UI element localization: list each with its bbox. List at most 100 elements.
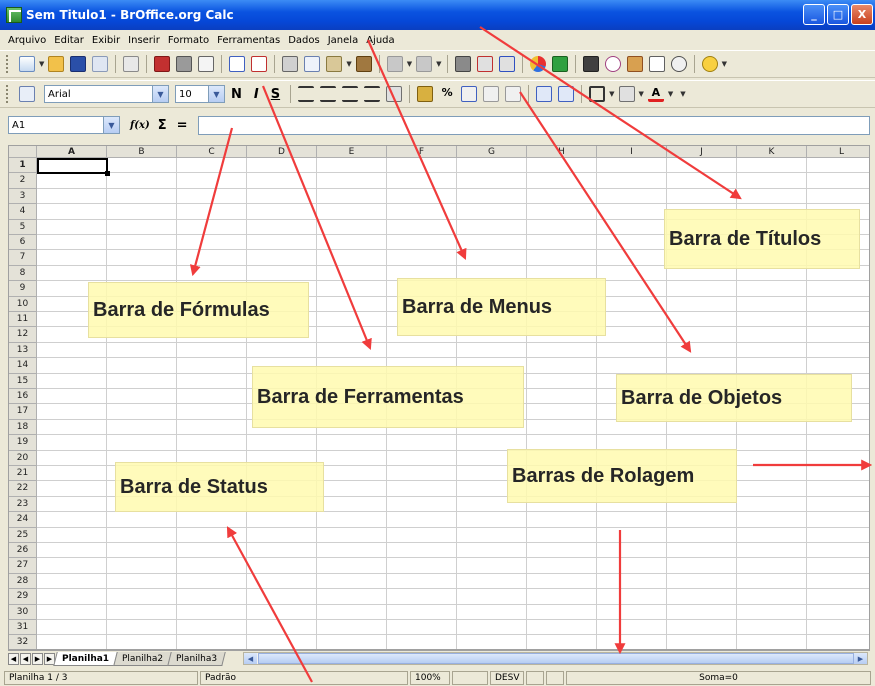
font-color-icon[interactable]: A [647,86,664,102]
toolbar-grip[interactable] [6,55,10,73]
export-pdf-icon[interactable] [154,56,171,72]
sort-ascending-icon[interactable] [476,56,493,72]
row-header[interactable]: 9 [9,281,37,297]
row-header[interactable]: 29 [9,589,37,605]
column-header[interactable]: F [387,146,457,158]
column-header[interactable]: H [527,146,597,158]
gallery-icon[interactable] [626,56,643,72]
currency-icon[interactable] [417,86,434,102]
redo-icon[interactable] [416,56,433,72]
first-sheet-button[interactable]: ◀ [8,652,19,665]
row-header[interactable]: 18 [9,419,37,436]
row-header[interactable]: 12 [9,327,37,343]
row-header[interactable]: 25 [9,527,37,543]
scroll-left-button[interactable]: ◀ [244,653,257,664]
toolbar-options-icon[interactable]: ▼ [722,60,727,68]
status-style[interactable]: Padrão [200,671,408,685]
row-header[interactable]: 16 [9,389,37,405]
row-header[interactable]: 31 [9,620,37,636]
column-header[interactable]: K [737,146,807,158]
row-header[interactable]: 5 [9,219,37,235]
menu-exibir[interactable]: Exibir [92,35,120,46]
function-wizard-icon[interactable]: f(x) [130,120,150,131]
align-center-icon[interactable] [320,86,337,102]
sort-descending-icon[interactable] [498,56,515,72]
format-paintbrush-icon[interactable] [355,56,372,72]
menu-editar[interactable]: Editar [54,35,84,46]
add-decimal-icon[interactable] [483,86,500,102]
delete-decimal-icon[interactable] [505,86,522,102]
row-header[interactable]: 17 [9,404,37,420]
chevron-down-icon[interactable]: ▼ [208,86,224,102]
percent-icon[interactable]: % [439,86,455,102]
column-header[interactable]: G [457,146,527,158]
menu-janela[interactable]: Janela [328,35,358,46]
toolbar-grip[interactable] [6,85,10,103]
horizontal-scroll-thumb[interactable] [258,653,854,664]
menu-arquivo[interactable]: Arquivo [8,35,46,46]
sheet-tab-planilha1[interactable]: Planilha1 [53,651,118,666]
data-sources-icon[interactable] [648,56,665,72]
chevron-down-icon[interactable]: ▼ [609,90,614,98]
next-sheet-button[interactable]: ▶ [32,652,43,665]
status-selection-mode[interactable]: DESV [490,671,524,685]
borders-icon[interactable] [589,86,606,102]
font-name-combo[interactable]: Arial ▼ [44,85,169,103]
select-all-corner[interactable] [9,146,37,158]
status-insert-mode[interactable] [452,671,488,685]
column-header[interactable]: C [177,146,247,158]
active-cell-a1[interactable] [37,158,110,176]
function-icon[interactable]: = [177,118,188,133]
sheet-tab-planilha3[interactable]: Planilha3 [167,651,227,666]
align-left-icon[interactable] [298,86,315,102]
hyperlink-icon[interactable] [454,56,471,72]
background-color-icon[interactable] [618,86,635,102]
copy-icon[interactable] [304,56,321,72]
close-button[interactable]: X [851,4,873,25]
status-zoom[interactable]: 100% [410,671,450,685]
chevron-down-icon[interactable]: ▼ [103,117,119,133]
open-folder-icon[interactable] [48,56,65,72]
row-header[interactable]: 24 [9,512,37,528]
column-header[interactable]: E [317,146,387,158]
zoom-icon[interactable] [670,56,687,72]
chevron-down-icon[interactable]: ▼ [407,60,412,68]
column-header[interactable]: L [807,146,869,158]
row-header[interactable]: 28 [9,573,37,590]
toolbar-options-icon[interactable]: ▼ [680,90,685,98]
increase-indent-icon[interactable] [558,86,575,102]
scroll-right-button[interactable]: ▶ [854,653,867,664]
name-box[interactable]: A1 ▼ [8,116,120,134]
formula-input[interactable] [198,116,870,135]
chevron-down-icon[interactable]: ▼ [39,60,44,68]
row-header[interactable]: 19 [9,435,37,451]
navigator-icon[interactable] [604,56,621,72]
row-header[interactable]: 2 [9,173,37,189]
chevron-down-icon[interactable]: ▼ [668,90,673,98]
new-document-icon[interactable] [19,56,35,72]
email-icon[interactable] [92,56,109,72]
chart-icon[interactable] [529,56,546,72]
row-header[interactable]: 7 [9,250,37,266]
row-header[interactable]: 13 [9,342,37,359]
merge-cells-icon[interactable] [386,86,403,102]
previous-sheet-button[interactable]: ◀ [20,652,31,665]
row-header[interactable]: 3 [9,188,37,205]
menu-ferramentas[interactable]: Ferramentas [217,35,280,46]
chevron-down-icon[interactable]: ▼ [346,60,351,68]
bold-button[interactable]: N [231,87,242,102]
row-header[interactable]: 32 [9,635,37,649]
column-header[interactable]: I [597,146,667,158]
row-header[interactable]: 23 [9,496,37,513]
row-header[interactable]: 30 [9,604,37,620]
paste-icon[interactable] [326,56,343,72]
maximize-button[interactable]: □ [827,4,849,25]
row-header[interactable]: 11 [9,312,37,328]
row-header[interactable]: 4 [9,204,37,220]
page-preview-icon[interactable] [198,56,215,72]
spellcheck-icon[interactable] [229,56,246,72]
standard-format-icon[interactable] [461,86,478,102]
row-header[interactable]: 10 [9,296,37,312]
column-header[interactable]: D [247,146,317,158]
styles-icon[interactable] [19,86,35,102]
